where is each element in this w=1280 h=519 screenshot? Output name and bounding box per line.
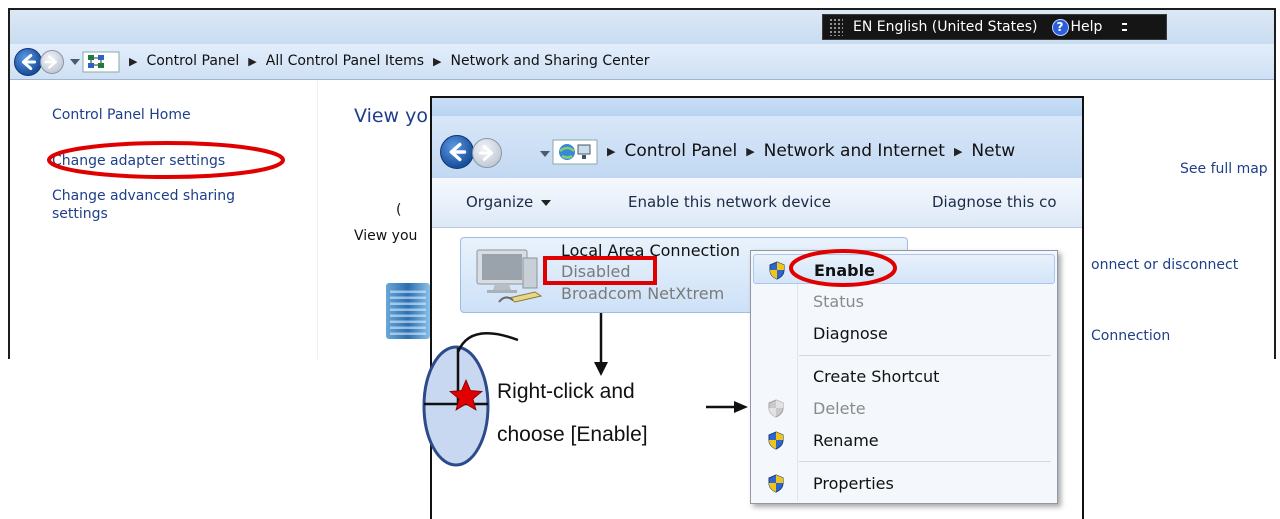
section-heading: View you <box>354 228 418 244</box>
menu-item-label: Status <box>813 292 864 311</box>
uac-shield-icon <box>768 431 784 450</box>
control-panel-home-link[interactable]: Control Panel Home <box>52 107 191 123</box>
forward-button[interactable] <box>472 138 502 168</box>
language-indicator[interactable]: EN English (United States) <box>853 19 1038 35</box>
chevron-right-icon[interactable]: ▶ <box>746 145 754 158</box>
forward-arrow-icon <box>44 55 57 69</box>
menu-separator <box>799 461 1051 462</box>
page-heading: View yo <box>354 105 428 127</box>
menu-item-create-shortcut[interactable]: Create Shortcut <box>753 361 1055 391</box>
connection-status: Disabled <box>561 262 631 281</box>
tutorial-screenshot: EN English (United States) ? Help ▶ Cont… <box>0 0 1280 519</box>
organize-menu[interactable]: Organize <box>466 193 552 211</box>
breadcrumb: ▶ Control Panel ▶ All Control Panel Item… <box>120 53 650 69</box>
chevron-right-icon[interactable]: ▶ <box>954 145 962 158</box>
menu-item-label: Enable <box>814 261 875 280</box>
address-bar: ▶ Control Panel ▶ All Control Panel Item… <box>10 44 1274 80</box>
recent-pages-dropdown[interactable] <box>540 151 550 157</box>
menu-item-label: Diagnose <box>813 324 888 343</box>
menu-separator <box>799 355 1051 356</box>
back-button[interactable] <box>440 135 474 169</box>
breadcrumb-control-panel[interactable]: Control Panel <box>624 141 737 161</box>
uac-shield-icon <box>768 399 784 418</box>
forward-arrow-icon <box>479 145 494 161</box>
grip-icon[interactable] <box>829 18 843 36</box>
breadcrumb: ▶ Control Panel ▶ Network and Internet ▶… <box>598 141 1015 161</box>
instruction-line-2: choose [Enable] <box>497 423 648 446</box>
change-advanced-sharing-link[interactable]: Change advanced sharing settings <box>52 187 272 223</box>
instruction-line-1: Right-click and <box>497 380 635 403</box>
organize-label: Organize <box>466 193 534 211</box>
chevron-down-icon <box>541 199 552 206</box>
menu-item-diagnose[interactable]: Diagnose <box>753 318 1055 348</box>
network-internet-icon <box>552 139 598 165</box>
enable-network-device-button[interactable]: Enable this network device <box>628 193 831 211</box>
breadcrumb-network-sharing[interactable]: Network and Sharing Center <box>450 53 649 69</box>
forward-button[interactable] <box>40 50 64 74</box>
see-full-map-link[interactable]: See full map <box>1180 161 1268 177</box>
chevron-right-icon[interactable]: ▶ <box>129 55 137 68</box>
title-bar <box>432 98 1082 116</box>
breadcrumb-network-connections[interactable]: Netw <box>971 141 1015 161</box>
control-panel-icon <box>82 51 120 73</box>
menu-item-label: Properties <box>813 474 894 493</box>
help-icon[interactable]: ? <box>1051 18 1069 36</box>
title-bar: EN English (United States) ? Help <box>10 10 1274 44</box>
network-building-icon <box>386 283 430 339</box>
help-label[interactable]: Help <box>1071 19 1103 35</box>
network-name-fragment: ( <box>396 202 402 218</box>
chevron-right-icon[interactable]: ▶ <box>607 145 615 158</box>
connect-disconnect-link[interactable]: onnect or disconnect <box>1091 257 1238 273</box>
chevron-right-icon[interactable]: ▶ <box>248 55 256 68</box>
menu-item-status[interactable]: Status <box>753 286 1055 316</box>
uac-shield-icon <box>769 261 785 280</box>
network-adapter-icon <box>476 249 543 303</box>
context-menu: Enable Status Diagnose Create Shortcut D… <box>750 250 1058 504</box>
language-bar[interactable]: EN English (United States) ? Help <box>822 14 1167 40</box>
change-adapter-settings-link[interactable]: Change adapter settings <box>52 153 225 169</box>
menu-item-delete[interactable]: Delete <box>753 393 1055 423</box>
menu-item-rename[interactable]: Rename <box>753 425 1055 455</box>
options-icon[interactable] <box>1120 23 1128 31</box>
menu-item-enable[interactable]: Enable <box>753 254 1055 284</box>
uac-shield-icon <box>768 474 784 493</box>
breadcrumb-all-items[interactable]: All Control Panel Items <box>266 53 424 69</box>
menu-item-label: Create Shortcut <box>813 367 940 386</box>
sidebar: Control Panel Home Change adapter settin… <box>10 81 318 359</box>
menu-item-label: Delete <box>813 399 866 418</box>
menu-item-properties[interactable]: Properties <box>753 468 1055 498</box>
breadcrumb-network-internet[interactable]: Network and Internet <box>764 141 945 161</box>
diagnose-connection-button[interactable]: Diagnose this co <box>932 193 1057 211</box>
address-bar: ▶ Control Panel ▶ Network and Internet ▶… <box>432 116 1082 178</box>
connection-device: Broadcom NetXtrem <box>561 284 725 303</box>
chevron-right-icon[interactable]: ▶ <box>433 55 441 68</box>
command-bar: Organize Enable this network device Diag… <box>432 178 1082 228</box>
breadcrumb-control-panel[interactable]: Control Panel <box>146 53 239 69</box>
connection-name: Local Area Connection <box>561 241 740 260</box>
connection-link[interactable]: Connection <box>1091 328 1170 344</box>
menu-item-label: Rename <box>813 431 879 450</box>
back-button[interactable] <box>14 48 42 76</box>
back-arrow-icon <box>449 142 467 162</box>
back-arrow-icon <box>21 54 36 70</box>
recent-pages-dropdown[interactable] <box>70 59 80 65</box>
